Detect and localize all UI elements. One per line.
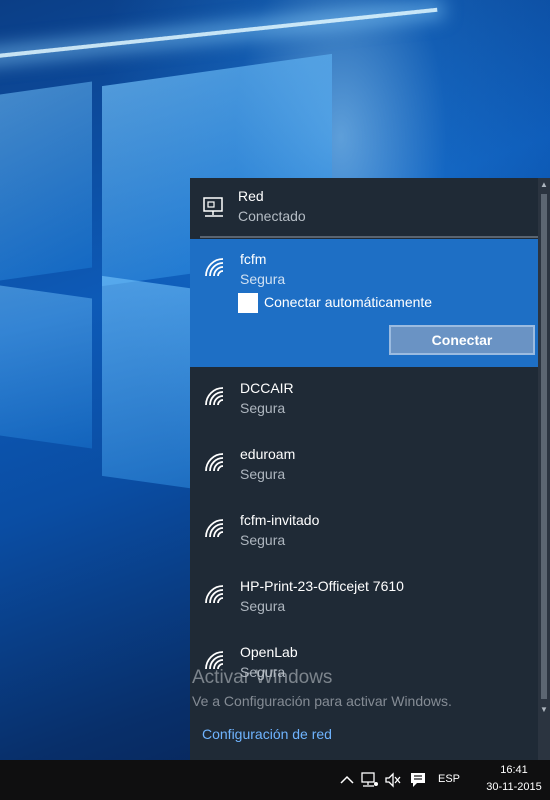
network-icon[interactable] [361,771,379,789]
wifi-network-name: HP-Print-23-Officejet 7610 [240,578,404,594]
wifi-network-security: Segura [240,271,286,287]
wifi-icon [205,258,224,277]
scroll-thumb[interactable] [541,194,547,699]
wifi-network-name: OpenLab [240,644,298,660]
wifi-network-item[interactable]: eduroam Segura [190,434,538,500]
auto-connect-label: Conectar automáticamente [264,294,433,310]
scroll-down-arrow-icon[interactable]: ▼ [538,703,550,717]
divider [200,236,538,238]
wifi-network-security: Segura [240,466,286,482]
ethernet-icon [203,197,223,217]
connect-button[interactable]: Conectar [389,325,535,355]
wifi-icon [205,585,224,604]
wifi-network-selected[interactable]: fcfm Segura Conectar automáticamente Con… [190,239,538,367]
wifi-network-security: Segura [240,532,286,548]
wired-network-status: Conectado [238,208,306,224]
wired-network-name: Red [238,188,264,204]
language-indicator[interactable]: ESP [438,773,460,785]
wifi-network-name: fcfm-invitado [240,512,320,528]
wifi-network-item[interactable]: DCCAIR Segura [190,368,538,434]
activation-watermark-text: Ve a Configuración para activar Windows. [192,693,452,709]
action-center-icon[interactable] [409,771,427,789]
volume-muted-icon[interactable] [384,771,402,789]
clock-time[interactable]: 16:41 [488,764,540,776]
wifi-network-security: Segura [240,598,286,614]
network-flyout: Red Conectado fcfm Segura Conectar autom… [190,178,550,760]
wifi-network-name: DCCAIR [240,380,294,396]
wifi-icon [205,519,224,538]
flyout-scrollbar[interactable]: ▲ ▼ [538,178,550,760]
clock-date[interactable]: 30-11-2015 [476,781,550,793]
activation-watermark-title: Activar Windows [192,667,333,688]
wifi-network-name: fcfm [240,251,267,267]
wifi-icon [205,387,224,406]
wifi-network-item[interactable]: fcfm-invitado Segura [190,500,538,566]
network-settings-link[interactable]: Configuración de red [202,726,332,742]
wifi-network-name: eduroam [240,446,296,462]
wifi-icon [205,453,224,472]
chevron-up-icon[interactable] [338,771,356,789]
auto-connect-checkbox[interactable] [238,293,258,313]
scroll-up-arrow-icon[interactable]: ▲ [538,178,550,192]
wallpaper-pane [0,81,92,281]
wifi-network-item[interactable]: HP-Print-23-Officejet 7610 Segura [190,566,538,632]
wifi-network-security: Segura [240,400,286,416]
taskbar: ESP 16:41 30-11-2015 [0,760,550,800]
wallpaper-light-beam [0,7,438,64]
wallpaper-pane [0,285,92,449]
wired-network-item[interactable]: Red Conectado [190,178,538,236]
